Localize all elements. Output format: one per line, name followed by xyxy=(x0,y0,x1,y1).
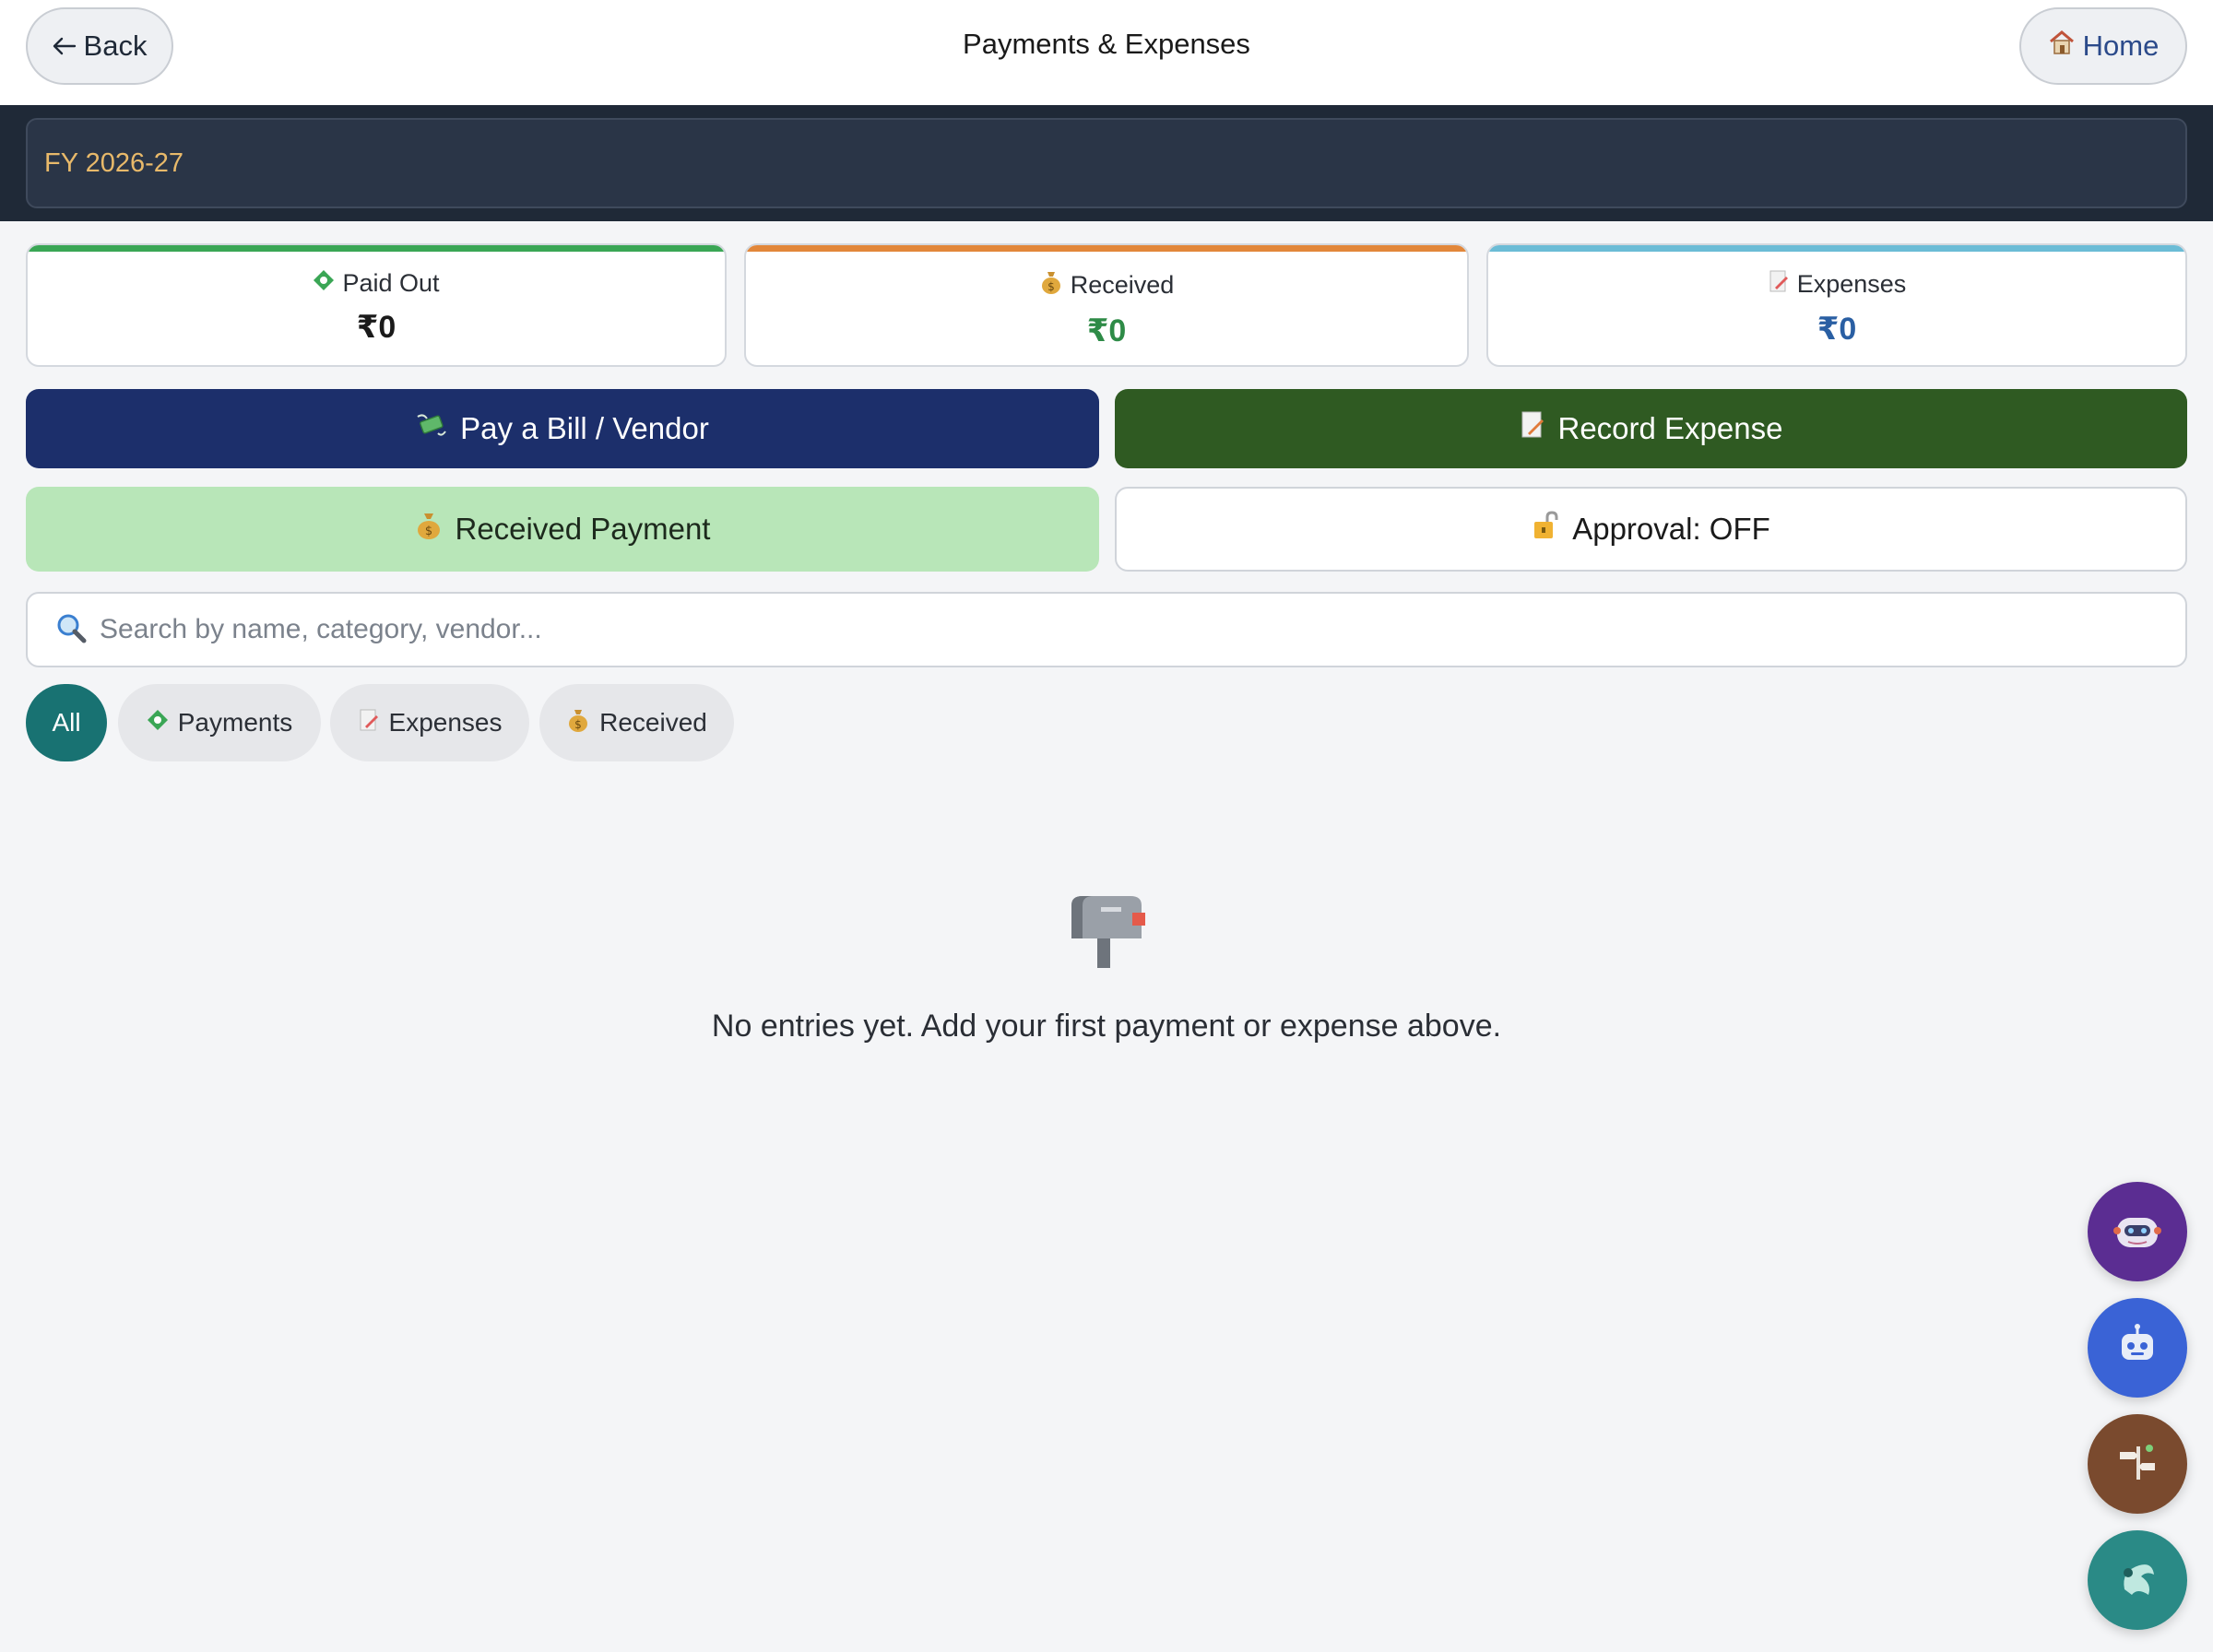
home-label: Home xyxy=(2082,30,2160,62)
unlocked-icon xyxy=(1532,511,1559,548)
svg-text:$: $ xyxy=(574,718,582,731)
filter-chip-all[interactable]: All xyxy=(26,684,107,761)
mailbox-icon xyxy=(1062,892,1147,970)
empty-state-message: No entries yet. Add your first payment o… xyxy=(711,1009,1502,1044)
filter-chip-expenses[interactable]: Expenses xyxy=(330,684,529,761)
stat-card-paid-out: Paid Out ₹0 xyxy=(26,243,727,367)
diamond-icon xyxy=(313,269,335,298)
stat-label-received: Received xyxy=(1070,271,1175,299)
chatbot-button[interactable] xyxy=(2088,1298,2187,1398)
stat-card-expenses: Expenses ₹0 xyxy=(1486,243,2187,367)
approval-toggle-button[interactable]: Approval: OFF xyxy=(1115,487,2187,572)
search-box xyxy=(26,592,2187,667)
home-button[interactable]: Home xyxy=(2019,7,2187,85)
received-payment-label: Received Payment xyxy=(455,512,711,546)
svg-text:$: $ xyxy=(1047,280,1055,293)
filter-label-received: Received xyxy=(599,708,707,737)
tools-button[interactable] xyxy=(2088,1414,2187,1514)
page-title: Payments & Expenses xyxy=(963,28,1250,60)
robot-face-icon xyxy=(2112,1207,2163,1257)
received-payment-button[interactable]: $ Received Payment xyxy=(26,487,1099,572)
signpost-icon xyxy=(2114,1439,2160,1490)
pay-bill-label: Pay a Bill / Vendor xyxy=(460,411,709,445)
assistant-robot-button[interactable] xyxy=(2088,1182,2187,1281)
house-icon xyxy=(2048,30,2076,63)
svg-text:$: $ xyxy=(424,525,432,538)
money-bag-icon: $ xyxy=(566,707,590,739)
magnifier-icon xyxy=(55,612,87,648)
filter-label-all: All xyxy=(52,708,81,737)
record-expense-button[interactable]: Record Expense xyxy=(1115,389,2187,468)
stat-value-received: ₹0 xyxy=(1086,313,1127,348)
filter-label-expenses: Expenses xyxy=(388,708,503,737)
memo-icon xyxy=(1768,269,1790,300)
robot-icon xyxy=(2114,1323,2160,1374)
stat-label-expenses: Expenses xyxy=(1796,270,1907,298)
top-bar: Back Payments & Expenses Home xyxy=(0,0,2213,105)
filter-chip-payments[interactable]: Payments xyxy=(118,684,321,761)
stat-accent-bar xyxy=(1488,245,2185,252)
fiscal-year-select[interactable]: FY 2026-27 xyxy=(26,118,2187,208)
leaf-swirl-icon xyxy=(2112,1552,2163,1609)
fiscal-year-band: FY 2026-27 xyxy=(0,105,2213,221)
stat-value-paid-out: ₹0 xyxy=(356,310,396,345)
filter-label-payments: Payments xyxy=(177,708,293,737)
helper-button[interactable] xyxy=(2088,1530,2187,1630)
stat-label-paid-out: Paid Out xyxy=(342,269,440,297)
filter-chip-received[interactable]: $ Received xyxy=(539,684,734,761)
memo-icon xyxy=(1520,410,1545,447)
search-input[interactable] xyxy=(100,614,2128,645)
pay-bill-button[interactable]: Pay a Bill / Vendor xyxy=(26,389,1099,468)
approval-label: Approval: OFF xyxy=(1572,512,1770,546)
stat-accent-bar xyxy=(28,245,725,252)
flying-money-icon xyxy=(416,411,447,446)
record-expense-label: Record Expense xyxy=(1557,411,1783,445)
diamond-icon xyxy=(147,708,169,738)
stat-card-received: $ Received ₹0 xyxy=(744,243,1469,367)
money-bag-icon: $ xyxy=(415,511,443,548)
stat-value-expenses: ₹0 xyxy=(1817,312,1857,347)
money-bag-icon: $ xyxy=(1039,269,1063,301)
stat-accent-bar xyxy=(746,245,1467,252)
memo-icon xyxy=(358,708,380,738)
